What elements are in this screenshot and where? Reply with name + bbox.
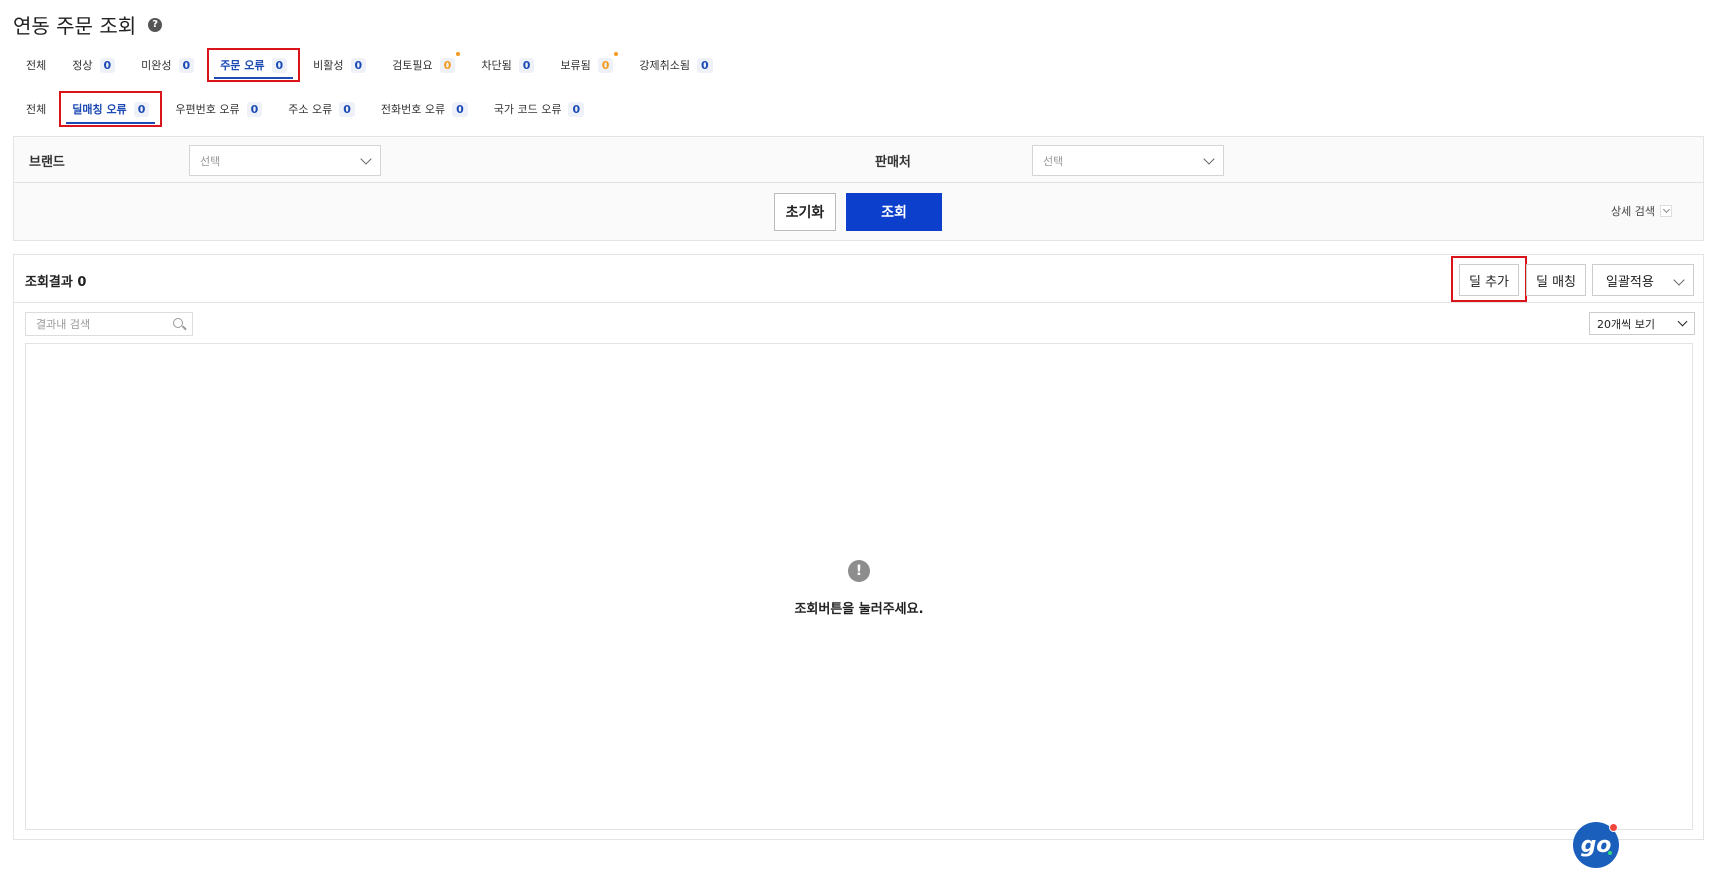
tab-label: 비활성 <box>313 59 344 72</box>
main-tab-8[interactable]: 강제취소됨 0 <box>626 48 725 82</box>
add-deal-button[interactable]: 딜 추가 <box>1459 264 1519 296</box>
bulk-apply-label: 일괄적용 <box>1606 274 1654 290</box>
tab-label: 미완성 <box>141 59 172 72</box>
page-size-select[interactable]: 20개씩 보기 <box>1589 312 1695 335</box>
sub-tab-5[interactable]: 국가 코드 오류 0 <box>481 91 597 127</box>
chevron-down-icon <box>360 153 372 165</box>
deal-match-button[interactable]: 딜 매칭 <box>1526 264 1586 296</box>
detail-search-label: 상세 검색 <box>1611 205 1655 218</box>
sub-tab-3[interactable]: 주소 오류 0 <box>275 91 368 127</box>
sub-tab-2[interactable]: 우편번호 오류 0 <box>162 91 275 127</box>
tab-count-badge: 0 <box>597 57 614 73</box>
main-tab-5[interactable]: 검토필요 0 <box>379 48 468 82</box>
tab-label: 주소 오류 <box>288 103 333 116</box>
tab-count-badge: 0 <box>568 101 585 117</box>
filter-row: 브랜드 선택 판매처 선택 <box>14 137 1703 183</box>
tab-label: 차단됨 <box>481 59 512 72</box>
tab-label: 강제취소됨 <box>639 59 690 72</box>
tab-label: 전화번호 오류 <box>380 103 446 116</box>
main-tab-0[interactable]: 전체 <box>13 48 59 82</box>
sub-tab-1[interactable]: 딜매칭 오류 0 <box>59 91 163 127</box>
brand-label: 브랜드 <box>29 155 65 170</box>
tab-label: 주문 오류 <box>220 59 265 72</box>
notification-badge <box>1609 823 1618 832</box>
question-circle-icon[interactable]: ? <box>148 17 163 32</box>
main-tab-6[interactable]: 차단됨 0 <box>468 48 547 82</box>
exclamation-circle-icon: ! <box>848 560 870 582</box>
search-icon[interactable] <box>173 318 183 328</box>
detail-search-toggle[interactable]: 상세 검색 <box>1611 203 1672 219</box>
float-button-label: go <box>1580 832 1612 858</box>
search-panel: 브랜드 선택 판매처 선택 초기화 조회 상세 검색 <box>13 136 1704 241</box>
tab-label: 보류됨 <box>560 59 591 72</box>
tab-count-badge: 0 <box>439 57 456 73</box>
seller-label: 판매처 <box>875 155 911 170</box>
main-tab-3[interactable]: 주문 오류 0 <box>207 48 301 82</box>
tab-count-badge: 0 <box>518 57 535 73</box>
tab-label: 정상 <box>72 59 93 72</box>
result-search-placeholder: 결과내 검색 <box>36 318 91 331</box>
result-count-title: 조회결과 0 <box>25 275 87 290</box>
result-search-input[interactable]: 결과내 검색 <box>25 312 193 336</box>
status-dot <box>1608 851 1612 855</box>
main-tab-1[interactable]: 정상 0 <box>59 48 128 82</box>
chevron-down-icon <box>1659 205 1672 217</box>
new-indicator-dot <box>456 52 461 56</box>
page-title: 연동 주문 조회 ? <box>13 10 163 39</box>
seller-select-placeholder: 선택 <box>1043 154 1064 168</box>
tab-count-badge: 0 <box>178 57 195 73</box>
chevron-down-icon <box>1673 274 1685 286</box>
main-tab-7[interactable]: 보류됨 0 <box>547 48 626 82</box>
sub-tab-0[interactable]: 전체 <box>13 91 59 127</box>
sub-tab-bar: 전체 딜매칭 오류 0 우편번호 오류 0 주소 오류 0 전화번호 오류 0 국가 코드 오류 0 <box>13 91 597 127</box>
brand-select[interactable]: 선택 <box>189 145 381 176</box>
tab-label: 국가 코드 오류 <box>493 103 562 116</box>
main-tab-4[interactable]: 비활성 0 <box>300 48 379 82</box>
chat-bot-icon[interactable]: go <box>1573 822 1619 868</box>
sub-tab-4[interactable]: 전화번호 오류 0 <box>368 91 481 127</box>
brand-select-placeholder: 선택 <box>200 154 221 168</box>
tab-count-badge: 0 <box>350 57 367 73</box>
tab-count-badge: 0 <box>452 101 468 117</box>
search-button[interactable]: 조회 <box>846 193 942 231</box>
seller-select[interactable]: 선택 <box>1032 145 1224 176</box>
page-size-label: 20개씩 보기 <box>1597 317 1655 331</box>
tab-label: 우편번호 오류 <box>175 103 240 116</box>
tab-label: 전체 <box>26 103 47 116</box>
tab-label: 딜매칭 오류 <box>72 103 127 116</box>
chevron-down-icon <box>1203 153 1215 165</box>
reset-button[interactable]: 초기화 <box>774 193 836 231</box>
result-panel: 조회결과 0 딜 추가 딜 매칭 일괄적용 결과내 검색 20개씩 보기 ! 조… <box>13 254 1704 840</box>
empty-message: 조회버튼을 눌러주세요. <box>794 602 924 617</box>
tab-count-badge: 0 <box>697 57 713 73</box>
bulk-apply-dropdown[interactable]: 일괄적용 <box>1592 264 1694 296</box>
page-title-text: 연동 주문 조회 <box>13 14 137 38</box>
empty-state: ! 조회버튼을 눌러주세요. <box>25 343 1693 830</box>
new-indicator-dot <box>614 52 619 56</box>
tab-count-badge: 0 <box>339 101 355 117</box>
result-header: 조회결과 0 딜 추가 딜 매칭 일괄적용 <box>14 255 1703 303</box>
tab-count-badge: 0 <box>271 57 288 73</box>
tab-count-badge: 0 <box>133 101 150 117</box>
tab-count-badge: 0 <box>99 57 116 73</box>
tab-label: 전체 <box>26 59 47 72</box>
chevron-down-icon <box>1677 316 1688 327</box>
main-tab-bar: 전체 정상 0 미완성 0 주문 오류 0 비활성 0 검토필요 0 차단됨 0 보류됨 0 강제취소됨 0 <box>13 48 726 82</box>
tab-label: 검토필요 <box>392 59 433 72</box>
tab-count-badge: 0 <box>246 101 263 117</box>
main-tab-2[interactable]: 미완성 0 <box>128 48 207 82</box>
